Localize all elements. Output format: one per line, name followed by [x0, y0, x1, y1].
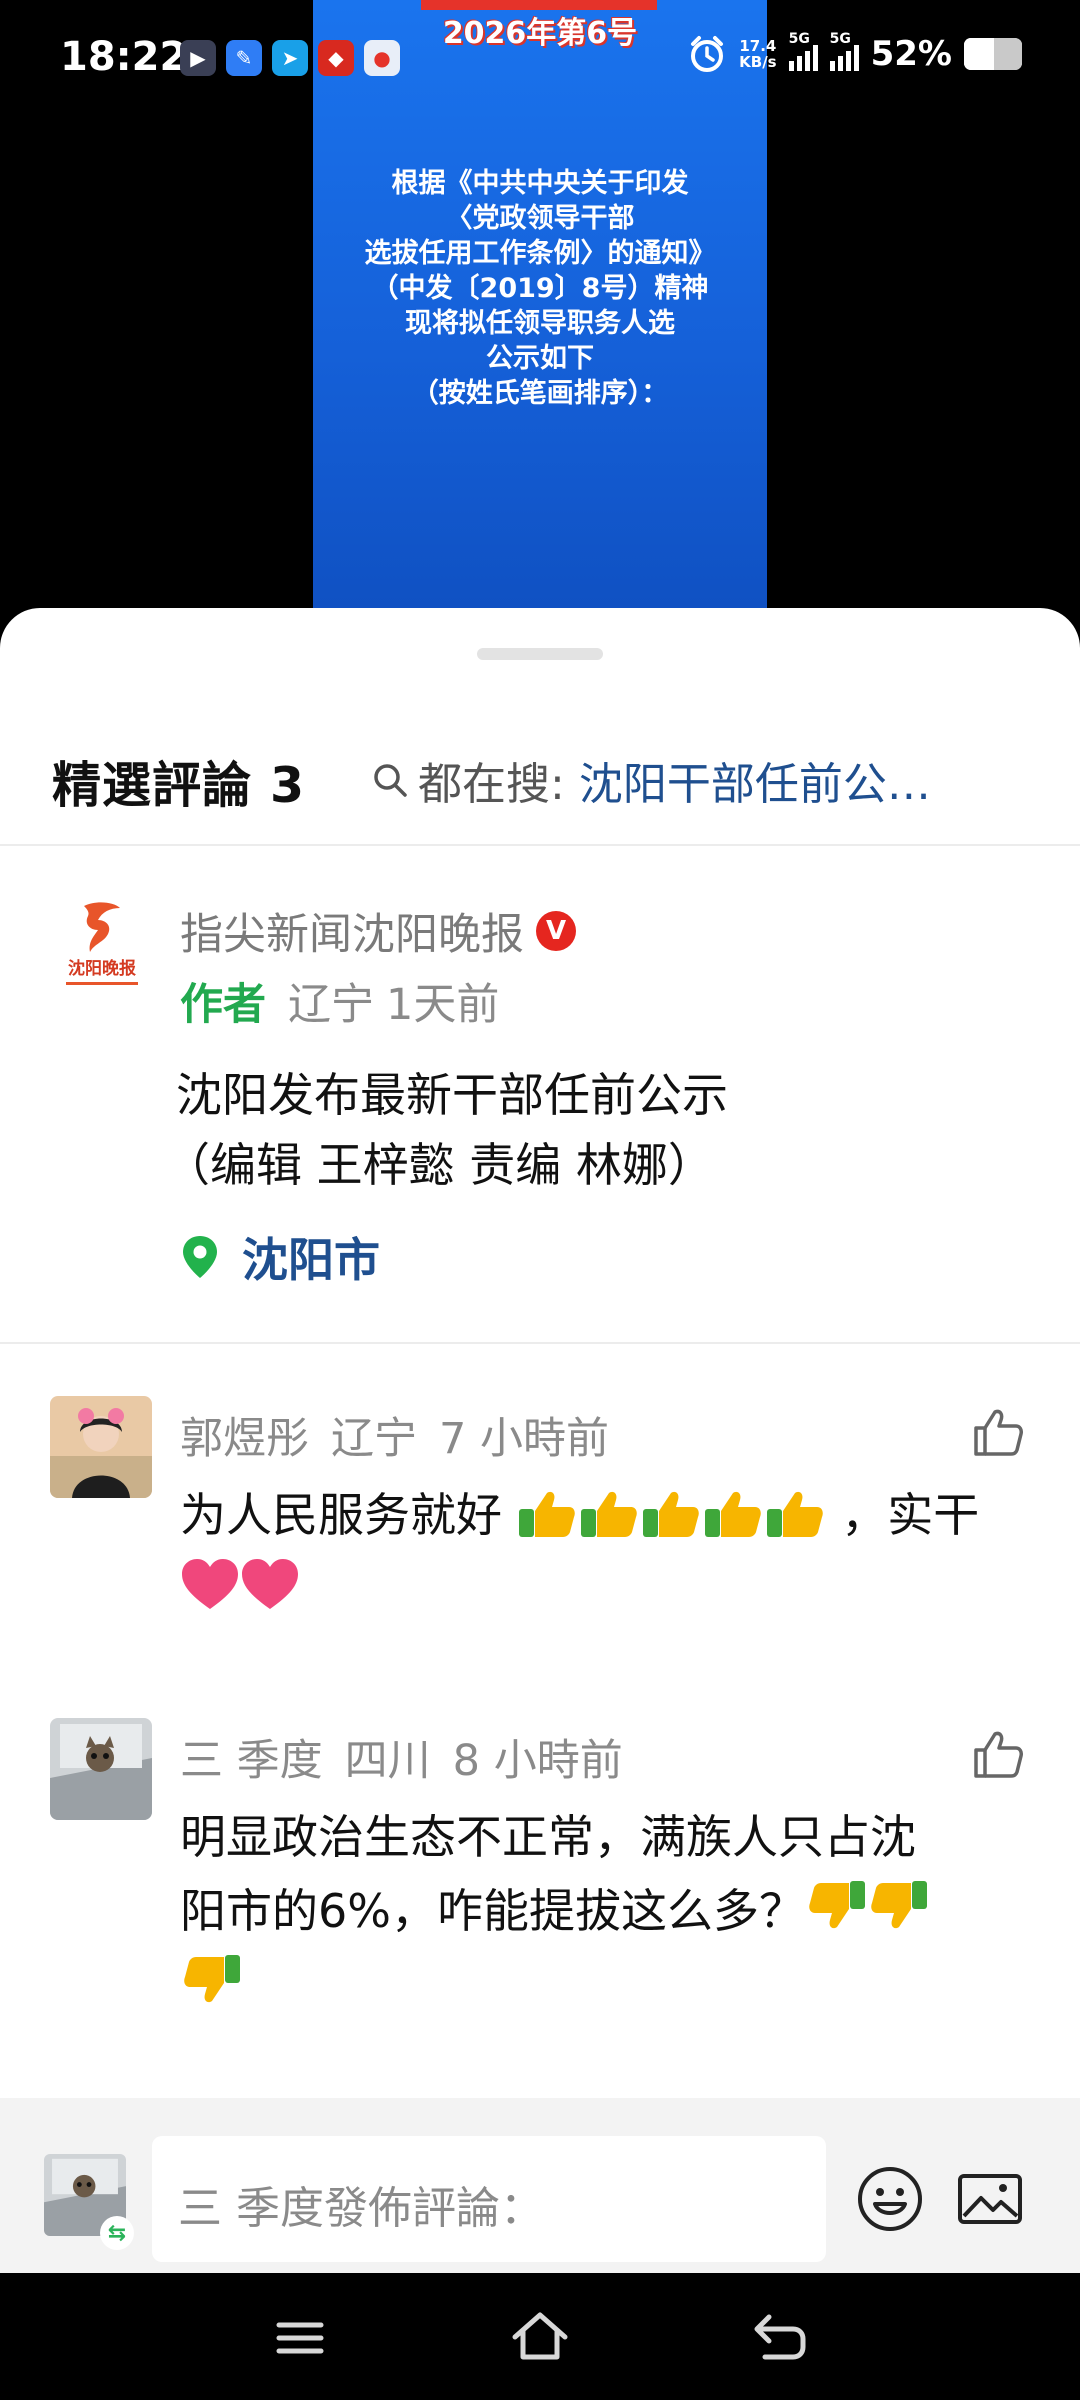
search-keyword: 沈阳干部任前公…: [578, 759, 931, 810]
comment-meta: 郭煜彤 辽宁 7 小時前: [180, 1404, 609, 1466]
thumbs-up-emoji-icon: [704, 1491, 761, 1537]
author-avatar[interactable]: 沈阳晚报: [54, 898, 150, 994]
image-icon[interactable]: [955, 2164, 1025, 2234]
location-pin-icon: [183, 1236, 217, 1278]
commenter-avatar[interactable]: [50, 1718, 152, 1820]
video-announcement-text: 根据《中共中央关于印发 〈党政领导干部 选拔任用工作条例〉的通知》 （中发〔20…: [323, 166, 757, 411]
author-name-row[interactable]: 指尖新闻沈阳晚报 V: [180, 900, 576, 962]
location-name[interactable]: 沈阳市: [242, 1224, 380, 1290]
avatar-photo: [50, 1718, 152, 1820]
author-tag: 作者: [180, 980, 266, 1030]
news-app-icon: ◆: [318, 40, 354, 76]
heart-emoji-icon: [182, 1559, 238, 1609]
network-speed-unit: KB/s: [739, 53, 777, 71]
notification-icons: ▶ ✎ ➤ ◆ ●: [180, 40, 400, 76]
post-line: 沈阳发布最新干部任前公示: [176, 1068, 728, 1122]
comment-region: 辽宁: [331, 1414, 417, 1464]
video-line: 〈党政领导干部: [445, 203, 635, 234]
status-indicators: 17.4 KB/s 5G 5G 52%: [687, 31, 1022, 74]
weather-app-icon: ●: [364, 40, 400, 76]
thumbs-up-emoji-icon: [642, 1491, 699, 1537]
battery-percent: 52%: [870, 34, 952, 74]
comments-sheet: 精選評論 3 都在搜: 沈阳干部任前公… 沈阳晚报 指尖新闻沈阳晚报 V 作者 …: [0, 608, 1080, 2273]
comment-text-part: 为人民服务就好: [180, 1488, 502, 1542]
thumbs-down-emoji-icon: [871, 1881, 927, 1929]
heart-emoji-group: [180, 1552, 1030, 1626]
thumbs-up-emoji-icon: [766, 1491, 823, 1537]
comment-region: 四川: [344, 1736, 431, 1786]
thumbs-up-emoji-icon: [580, 1491, 637, 1537]
author-name[interactable]: 指尖新闻沈阳晚报: [180, 900, 524, 962]
status-bar: 18:22 ▶ ✎ ➤ ◆ ● 17.4 KB/s 5G 5G 52%: [0, 0, 1080, 120]
commenter-name[interactable]: 郭煜彤: [180, 1404, 309, 1466]
battery-icon: [964, 38, 1022, 70]
telegram-icon: ➤: [272, 40, 308, 76]
comment-text-part: 阳市的6%，咋能提拔这么多？: [180, 1884, 805, 1938]
comments-title: 精選評論 3: [52, 757, 306, 814]
video-line: 现将拟任领导职务人选: [405, 308, 675, 339]
alarm-icon: [691, 36, 724, 72]
back-icon[interactable]: [745, 2303, 815, 2373]
comment-text-line: 明显政治生态不正常，满族人只占沈: [180, 1810, 916, 1864]
like-icon[interactable]: [970, 1404, 1026, 1460]
video-line: （中发〔2019〕8号）精神: [371, 273, 709, 304]
switch-account-icon[interactable]: ⇆: [100, 2216, 134, 2250]
comment-text: 为人民服务就好 ，实干: [180, 1478, 1030, 1626]
smiley-icon[interactable]: [855, 2164, 925, 2234]
comment-meta: 三 季度 四川 8 小時前: [180, 1726, 623, 1788]
author-time: 1天前: [386, 980, 500, 1030]
menu-icon[interactable]: [265, 2303, 335, 2373]
video-line: （按姓氏笔画排序）：: [411, 378, 669, 409]
sheet-drag-handle[interactable]: [477, 648, 603, 660]
author-meta: 作者 辽宁 1天前: [180, 970, 499, 1032]
comment-input[interactable]: 三 季度發佈評論：: [152, 2136, 826, 2262]
comment-time: 8 小時前: [452, 1736, 623, 1786]
network-type-2: 5G: [829, 31, 851, 47]
avatar-photo: [50, 1396, 152, 1498]
trending-search-link[interactable]: 都在搜: 沈阳干部任前公…: [370, 748, 931, 812]
network-speed-value: 17.4: [739, 37, 777, 55]
post-line: （编辑 王梓懿 责编 林娜）: [164, 1138, 714, 1192]
search-label: 都在搜:: [418, 759, 565, 810]
video-line: 公示如下: [486, 343, 594, 374]
search-icon: [374, 764, 407, 797]
compose-bar: ⇆ 三 季度發佈評論：: [0, 2098, 1080, 2273]
video-line: 选拔任用工作条例〉的通知》: [364, 238, 716, 269]
post-divider: [0, 1342, 1080, 1344]
comments-header: 精選評論 3 都在搜: 沈阳干部任前公…: [0, 718, 1080, 828]
svg-text:沈阳晚报: 沈阳晚报: [68, 958, 136, 979]
network-speed: 17.4 KB/s: [739, 38, 776, 70]
author-region: 辽宁: [288, 980, 374, 1030]
comment-text-part: ，实干: [841, 1488, 980, 1542]
thumbs-down-emoji-icon: [809, 1881, 865, 1929]
shenyang-evening-logo: 沈阳晚报: [66, 902, 138, 985]
header-divider: [0, 844, 1080, 846]
thumbs-up-emoji-icon: [518, 1491, 575, 1537]
signal-1-icon: 5G: [788, 31, 818, 71]
commenter-name[interactable]: 三 季度: [180, 1726, 323, 1788]
network-type-1: 5G: [788, 31, 810, 47]
thumbs-down-emoji-icon: [184, 1955, 240, 2003]
location-tag[interactable]: 沈阳市: [180, 1224, 380, 1290]
like-icon[interactable]: [970, 1726, 1026, 1782]
commenter-avatar[interactable]: [50, 1396, 152, 1498]
notes-app-icon: ✎: [226, 40, 262, 76]
signal-2-icon: 5G: [829, 31, 859, 71]
status-time: 18:22: [60, 34, 188, 80]
home-icon[interactable]: [505, 2303, 575, 2373]
author-post-text: 沈阳发布最新干部任前公示 （编辑 王梓懿 责编 林娜）: [164, 1060, 1036, 1200]
thumbs-up-emoji-group: [502, 1488, 841, 1542]
verified-badge-icon: V: [536, 911, 576, 951]
comment-time: 7 小時前: [439, 1414, 610, 1464]
video-line: 根据《中共中央关于印发: [391, 168, 689, 199]
heart-emoji-icon: [242, 1559, 298, 1609]
video-app-icon: ▶: [180, 40, 216, 76]
system-nav-bar: [0, 2273, 1080, 2400]
comment-text: 明显政治生态不正常，满族人只占沈 阳市的6%，咋能提拔这么多？: [180, 1800, 1030, 2022]
